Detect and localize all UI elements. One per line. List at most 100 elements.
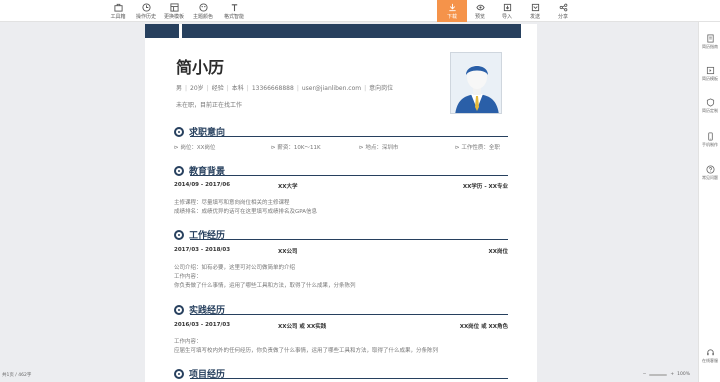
- section-education-divider: [190, 175, 508, 176]
- preview-label: 预览: [474, 13, 485, 20]
- clock-icon: [141, 2, 151, 12]
- sidebar-label-guide: 简历指南: [702, 44, 718, 49]
- history-button[interactable]: 操作历史: [133, 0, 159, 22]
- theme-color-button[interactable]: 主题颜色: [190, 0, 216, 22]
- work-company[interactable]: XX公司: [278, 247, 297, 255]
- question-icon: [705, 165, 715, 174]
- intent-location: ⊳ 地点：深圳市: [359, 145, 399, 151]
- sidebar-label-mobile: 手机制作: [702, 142, 718, 147]
- education-major[interactable]: XX学历 - XX专业: [463, 182, 508, 190]
- top-toolbar: 工具箱 操作历史 更换模板 主题颜色 格式智能 下载 预览 导入 发送 分享: [0, 0, 720, 22]
- work-position[interactable]: XX岗位: [489, 247, 508, 255]
- history-label: 操作历史: [135, 13, 156, 20]
- resume-page[interactable]: 简小历 男 | 20岁 | 经验 | 本科 | 13366668888 | user@jianlib…: [145, 24, 537, 382]
- change-template-label: 更换模板: [163, 13, 184, 20]
- education-date[interactable]: 2014/09 - 2017/06: [174, 182, 230, 188]
- resume-name[interactable]: 简小历: [176, 54, 224, 78]
- section-projects-divider: [190, 378, 508, 379]
- section-bullet-icon: [174, 165, 184, 176]
- practice-role[interactable]: XX岗位 或 XX角色: [460, 322, 508, 330]
- info-age: 20岁: [190, 85, 204, 92]
- header-band: [145, 24, 537, 38]
- toolbox-button[interactable]: 工具箱: [105, 0, 131, 22]
- download-label: 下载: [446, 13, 457, 20]
- zoom-out-icon[interactable]: −: [643, 372, 647, 377]
- sidebar-label-faq: 常见问题: [702, 175, 718, 180]
- toolbox-icon: [113, 3, 123, 12]
- change-template-button[interactable]: 更换模板: [161, 0, 187, 22]
- send-button[interactable]: 发送: [522, 0, 548, 22]
- zoom-level: 100%: [677, 372, 690, 377]
- page-word-count: 共1页 / 462字: [2, 373, 32, 378]
- sidebar-item-mobile[interactable]: 手机制作: [699, 132, 720, 148]
- online-support-button[interactable]: 在线客服: [699, 348, 720, 364]
- online-support-label: 在线客服: [702, 358, 718, 363]
- theme-color-label: 主题颜色: [192, 13, 213, 20]
- text-icon: [231, 3, 237, 11]
- work-date[interactable]: 2017/03 - 2018/03: [174, 247, 230, 253]
- sidebar-label-templates: 简历模板: [702, 76, 718, 81]
- info-email: user@jianliben.com: [301, 85, 362, 92]
- download-button[interactable]: 下载: [437, 0, 467, 22]
- header-band-bar: [145, 24, 521, 38]
- work-content[interactable]: 你负责做了什么事情，运用了哪些工具和方法，取得了什么成果，分条陈列: [174, 281, 356, 289]
- intent-location-text: 地点：深圳市: [365, 145, 399, 151]
- sidebar-label-custom: 简历定制: [702, 108, 718, 113]
- section-intent-divider: [190, 136, 508, 137]
- custom-icon: [706, 98, 714, 107]
- section-bullet-icon: [174, 304, 184, 315]
- basic-info[interactable]: 男 | 20岁 | 经验 | 本科 | 13366668888 | user@jianliben.c…: [176, 83, 393, 92]
- preview-button[interactable]: 预览: [467, 0, 493, 22]
- education-school[interactable]: XX大学: [278, 182, 297, 190]
- avatar-icon: [451, 53, 501, 113]
- toolbox-label: 工具箱: [110, 13, 126, 20]
- import-button[interactable]: 导入: [494, 0, 520, 22]
- share-label: 分享: [557, 13, 568, 20]
- job-status[interactable]: 未在职，目前正在找工作: [176, 100, 242, 109]
- phone-icon: [707, 132, 713, 141]
- intent-salary-text: 薪资：10K～11K: [277, 145, 321, 151]
- education-ranking[interactable]: 成绩排名：成绩优异的话可在这里填写成绩排名及GPA信息: [174, 207, 317, 215]
- share-button[interactable]: 分享: [550, 0, 576, 22]
- palette-icon: [198, 2, 208, 12]
- work-company-intro[interactable]: 公司介绍：如有必要，这里可对公司做简单的介绍: [174, 263, 295, 271]
- sidebar-item-custom[interactable]: 简历定制: [699, 98, 720, 114]
- info-phone: 13366668888: [251, 85, 294, 92]
- guide-icon: [706, 34, 714, 43]
- download-icon: [448, 3, 456, 11]
- share-icon: [559, 3, 567, 11]
- header-band-end: [521, 24, 537, 38]
- practice-org[interactable]: XX公司 或 XX实践: [278, 322, 326, 330]
- info-experience: 经验: [211, 85, 224, 92]
- intent-type-text: 工作性质：全职: [461, 145, 500, 151]
- profile-photo[interactable]: [450, 52, 502, 114]
- sidebar-item-guide[interactable]: 简历指南: [699, 34, 720, 50]
- smart-format-label: 格式智能: [223, 13, 244, 20]
- section-work-divider: [190, 239, 508, 240]
- education-courses[interactable]: 主修课程：尽量填写和意向岗位相关的主修课程: [174, 198, 290, 206]
- intent-position-text: 岗位：XX岗位: [180, 145, 216, 151]
- zoom-control[interactable]: − + 100%: [643, 372, 690, 377]
- practice-content[interactable]: 应届生可填写校内外的任何经历，你负责做了什么事情，运用了哪些工具和方法，取得了什…: [174, 346, 438, 354]
- header-band-gap: [179, 24, 182, 38]
- info-intended-position: 意向岗位: [369, 85, 394, 92]
- work-content-label[interactable]: 工作内容：: [174, 272, 202, 280]
- import-icon: [503, 3, 511, 11]
- section-bullet-icon: [174, 126, 184, 137]
- sidebar-item-faq[interactable]: 常见问题: [699, 165, 720, 181]
- smart-format-button[interactable]: 格式智能: [219, 0, 249, 22]
- sidebar-item-templates[interactable]: 简历模板: [699, 66, 720, 82]
- section-bullet-icon: [174, 368, 184, 379]
- zoom-in-icon[interactable]: +: [670, 372, 674, 377]
- eye-icon: [475, 4, 485, 10]
- right-sidebar: 简历指南 简历模板 简历定制 手机制作 常见问题 在线客服: [698, 22, 720, 382]
- zoom-slider[interactable]: [649, 373, 668, 376]
- import-label: 导入: [501, 13, 512, 20]
- templates-icon: [706, 66, 714, 75]
- section-practice-divider: [190, 314, 508, 315]
- practice-date[interactable]: 2016/03 - 2017/03: [174, 322, 230, 328]
- intent-position: ⊳ 岗位：XX岗位: [174, 145, 216, 151]
- headset-icon: [706, 349, 714, 356]
- intent-type: ⊳ 工作性质：全职: [455, 145, 500, 151]
- practice-content-label[interactable]: 工作内容：: [174, 337, 202, 345]
